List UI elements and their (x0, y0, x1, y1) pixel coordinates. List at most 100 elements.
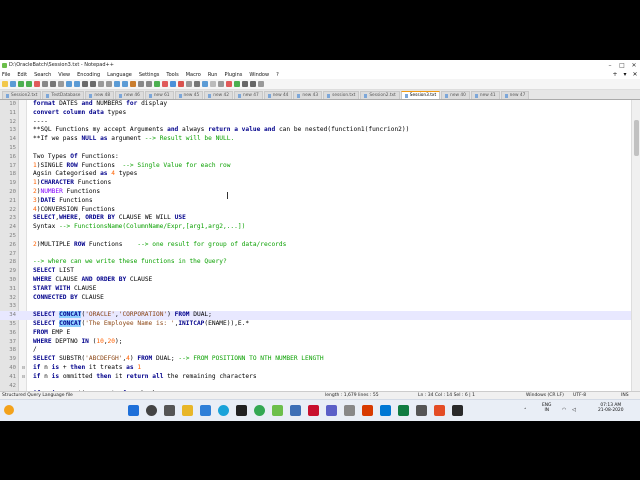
code-line[interactable]: 41 ⊟ if n is ommitted then it return all t… (0, 373, 631, 382)
code-line[interactable]: 26 2)MULTIPLE ROW Functions --> one resul… (0, 241, 631, 250)
tab-file[interactable]: new 46 (115, 91, 144, 99)
code-line[interactable]: 32 CONNECTED BY CLAUSE (0, 294, 631, 303)
language-indicator[interactable]: ENG IN (542, 403, 551, 413)
chevron-down-icon[interactable]: ▾ (620, 71, 630, 78)
wifi-icon[interactable]: ◠ (562, 407, 566, 413)
tab-file[interactable]: new 44 (263, 91, 293, 99)
menu-item[interactable]: Search (34, 72, 51, 78)
code-line[interactable]: 40 ⊟ if n is + then it treats as 1 (0, 364, 631, 373)
store-icon[interactable] (236, 405, 247, 416)
menu-item[interactable]: Edit (17, 72, 27, 78)
redo-icon[interactable] (90, 81, 96, 87)
close-all-icon[interactable] (42, 81, 48, 87)
tab-file[interactable]: Session2.txt (2, 91, 42, 99)
code-line[interactable]: 30 WHERE CLAUSE AND ORDER BY CLAUSE (0, 276, 631, 285)
zoom-in-icon[interactable] (114, 81, 120, 87)
menu-item[interactable]: File (2, 72, 10, 78)
tab-file[interactable]: new 42 (204, 91, 233, 99)
code-line[interactable]: 17 1)SINGLE ROW Functions --> Single Valu… (0, 162, 631, 171)
menu-item[interactable]: Plugins (224, 72, 242, 78)
record-icon[interactable] (202, 81, 208, 87)
app-icon-2[interactable] (434, 405, 445, 416)
stop-icon[interactable] (210, 81, 216, 87)
menu-item[interactable]: Run (208, 72, 218, 78)
code-line[interactable]: 23 SELECT,WHERE, ORDER BY CLAUSE WE WILL … (0, 214, 631, 223)
save-macro-icon[interactable] (234, 81, 240, 87)
doc-map-icon[interactable] (170, 81, 176, 87)
code-line[interactable]: 35 SELECT CONCAT('The Employee Name is: '… (0, 319, 631, 329)
code-line[interactable]: 16 Two Types Of Functions: (0, 153, 631, 162)
tab-file[interactable]: session.txt (323, 91, 360, 99)
file-explorer-icon[interactable] (182, 405, 193, 416)
tab-file[interactable]: TestDatabase (42, 91, 85, 99)
code-line[interactable]: 37 WHERE DEPTNO IN (10,20); (0, 338, 631, 347)
menu-item[interactable]: Settings (139, 72, 160, 78)
code-line[interactable]: 31 START WITH CLAUSE (0, 285, 631, 294)
code-line[interactable]: 38 / (0, 346, 631, 355)
menu-item[interactable]: Window (249, 72, 269, 78)
chrome-icon[interactable] (254, 405, 265, 416)
code-line[interactable]: 13 **SQL Functions my accept Arguments an… (0, 126, 631, 135)
menu-item[interactable]: Macro (186, 72, 201, 78)
code-line[interactable]: 42 (0, 382, 631, 391)
code-line[interactable]: 15 (0, 144, 631, 153)
tab-file[interactable]: new 41 (470, 91, 500, 99)
print-icon[interactable] (50, 81, 56, 87)
cut-icon[interactable] (58, 81, 64, 87)
folder-icon[interactable] (186, 81, 192, 87)
oracle-icon[interactable] (308, 405, 319, 416)
code-line[interactable]: 34 SELECT CONCAT('ORACLE','CORPORATION') … (0, 311, 631, 320)
zoom-out-icon[interactable] (122, 81, 128, 87)
code-line[interactable]: 18 Agsin Categorised as 4 types (0, 170, 631, 179)
save-icon[interactable] (18, 81, 24, 87)
tab-file[interactable]: Session2.txt (360, 91, 400, 99)
save-all-icon[interactable] (26, 81, 32, 87)
code-line[interactable]: 36 FROM EMP E (0, 329, 631, 338)
tab-file[interactable]: new 47 (500, 91, 530, 99)
tab-file[interactable]: new 47 (233, 91, 263, 99)
close-window-icon[interactable]: ✕ (628, 62, 640, 69)
monitor-icon[interactable] (194, 81, 200, 87)
code-line[interactable]: 19 1)CHARACTER Functions (0, 179, 631, 188)
outlook-icon[interactable] (290, 405, 301, 416)
menu-item[interactable]: View (58, 72, 70, 78)
paste-icon[interactable] (74, 81, 80, 87)
plus-icon[interactable]: + (610, 71, 620, 78)
code-line[interactable]: 22 4)CONVERSION Functions (0, 206, 631, 215)
code-line[interactable]: 20 2)NUMBER Functions (0, 188, 631, 197)
tab-file[interactable]: new 61 (144, 91, 174, 99)
wrap-icon[interactable] (138, 81, 144, 87)
undo-icon[interactable] (82, 81, 88, 87)
play-icon[interactable] (218, 81, 224, 87)
weather-widget[interactable] (4, 405, 14, 415)
open-icon[interactable] (10, 81, 16, 87)
teams-icon[interactable] (326, 405, 337, 416)
code-line[interactable]: 24 Syntax --> FunctionsName(ColumnName/Ex… (0, 223, 631, 232)
code-line[interactable]: 12 ---- (0, 118, 631, 127)
tab-file[interactable]: new 40 (441, 91, 470, 99)
scrollbar-thumb[interactable] (634, 120, 639, 156)
powerpoint-icon[interactable] (362, 405, 373, 416)
code-line[interactable]: 27 (0, 250, 631, 259)
clock[interactable]: 07:13 AM 21-08-2020 (598, 403, 624, 413)
terminal-icon[interactable] (452, 405, 463, 416)
menu-item[interactable]: Encoding (77, 72, 100, 78)
word-icon[interactable] (380, 405, 391, 416)
code-line[interactable]: 39 SELECT SUBSTR('ABCDEFGH',4) FROM DUAL;… (0, 355, 631, 364)
tab-file[interactable]: new 45 (174, 91, 204, 99)
edge-icon[interactable] (218, 405, 229, 416)
notepadpp-icon[interactable] (272, 405, 283, 416)
find-icon[interactable] (98, 81, 104, 87)
fold-marker-icon[interactable]: ⊟ (22, 373, 25, 382)
excel-icon[interactable] (398, 405, 409, 416)
spell-icon[interactable] (242, 81, 248, 87)
maximize-icon[interactable]: □ (616, 62, 628, 69)
close-icon[interactable] (34, 81, 40, 87)
settings-gear-icon[interactable] (344, 405, 355, 416)
fold-icon[interactable] (162, 81, 168, 87)
app-icon[interactable] (416, 405, 427, 416)
tab-file[interactable]: new 48 (85, 91, 115, 99)
show-all-icon[interactable] (154, 81, 160, 87)
copy-icon[interactable] (66, 81, 72, 87)
start-icon[interactable] (128, 405, 139, 416)
